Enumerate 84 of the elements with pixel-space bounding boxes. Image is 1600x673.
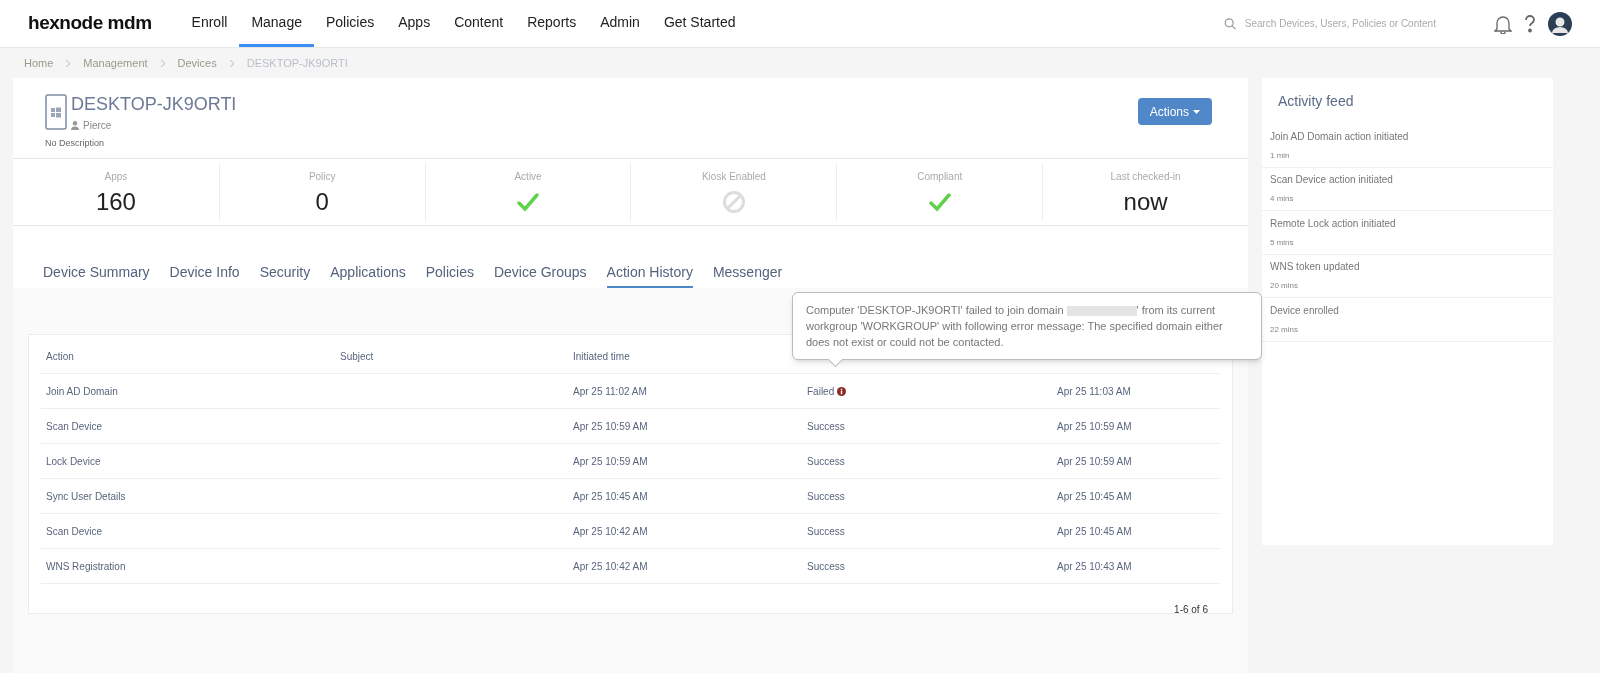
nav-item[interactable]: Reports (515, 0, 589, 47)
status-text: Success (807, 489, 845, 504)
nav-item[interactable]: Enroll (179, 0, 240, 47)
redacted-block (1066, 306, 1137, 317)
device-description: No Description (45, 137, 106, 150)
search-field[interactable]: Search Devices, Users, Policies or Content (1244, 16, 1454, 31)
chevron-icon (65, 58, 72, 68)
tab[interactable]: Messenger (712, 262, 783, 288)
stat-value: 0 (315, 187, 329, 216)
device-name: DESKTOP-JK9ORTI (71, 94, 237, 114)
stat-label: Apps (104, 169, 128, 184)
chevron-icon (159, 58, 166, 68)
logo: hexnode mdm (28, 11, 152, 36)
info-icon[interactable] (837, 386, 847, 396)
user-icon (71, 121, 79, 130)
avatar-icon[interactable] (1548, 11, 1572, 36)
feed-item-time: 22 mins (1270, 323, 1299, 336)
table-cell-text: Apr 25 10:45 AM (573, 489, 648, 504)
table-cell-text: Lock Device (46, 454, 101, 469)
check-icon (517, 191, 540, 212)
caret-icon (1193, 109, 1200, 114)
status-text: Success (807, 524, 845, 539)
bell-icon[interactable] (1494, 13, 1512, 34)
status-text: Success (807, 419, 845, 434)
table-cell-text: Apr 25 11:02 AM (573, 384, 647, 399)
table-cell-text: Apr 25 10:42 AM (573, 524, 648, 539)
feed-item-text: Device enrolled (1270, 303, 1340, 318)
tab[interactable]: Device Info (169, 262, 240, 288)
nav-item[interactable]: Content (442, 0, 516, 47)
column-header: Action (46, 349, 74, 364)
table-cell-text: Apr 25 10:59 AM (573, 454, 648, 469)
feed-item-time: 1 min (1270, 149, 1291, 162)
table-cell-text: WNS Registration (46, 559, 126, 574)
table-cell-text: Scan Device (46, 419, 103, 434)
feed-item-time: 20 mins (1270, 280, 1299, 293)
table-cell-text: Apr 25 10:45 AM (1057, 489, 1132, 504)
stat-label: Kiosk Enabled (701, 169, 766, 184)
table-cell-text: Apr 25 10:59 AM (573, 419, 648, 434)
stat-label: Last checked-in (1110, 169, 1181, 184)
help-icon[interactable] (1524, 14, 1536, 33)
feed-item-text: Remote Lock action initiated (1270, 216, 1397, 231)
blocked-icon (721, 189, 746, 214)
table-cell-text: Apr 25 10:59 AM (1057, 454, 1132, 469)
table-cell-text: Sync User Details (46, 489, 126, 504)
stat-value: now (1123, 187, 1168, 216)
table-cell-text: Apr 25 10:45 AM (1057, 524, 1132, 539)
nav-item[interactable]: Admin (588, 0, 652, 47)
chevron-icon (228, 58, 235, 68)
tab[interactable]: Security (259, 262, 311, 288)
tablet-icon (45, 94, 67, 130)
table-cell-text: Apr 25 10:42 AM (573, 559, 648, 574)
stat-label: Compliant (917, 169, 963, 184)
stat-label: Active (514, 169, 542, 184)
search-icon (1224, 16, 1237, 31)
status-text: Failed (807, 384, 835, 399)
feed-item-text: WNS token updated (1270, 260, 1361, 275)
nav-item[interactable]: Get Started (651, 0, 748, 47)
status-text: Success (807, 559, 845, 574)
feed-item-time: 5 mins (1270, 236, 1295, 249)
panel-title: Activity feed (1278, 91, 1354, 111)
status-text: Success (807, 454, 845, 469)
table-cell-text: Apr 25 10:59 AM (1057, 419, 1132, 434)
feed-item-time: 4 mins (1270, 193, 1295, 206)
stat-value: 160 (95, 187, 136, 216)
actions-button[interactable]: Actions (1137, 98, 1212, 125)
stat-label: Policy (308, 169, 336, 184)
check-icon (928, 191, 951, 212)
table-cell-text: Apr 25 10:43 AM (1057, 559, 1132, 574)
tab[interactable]: Applications (330, 262, 406, 288)
table-cell-text: Scan Device (46, 524, 103, 539)
column-header: Initiated time (573, 349, 630, 364)
nav-item[interactable]: Apps (386, 0, 443, 47)
nav-item[interactable]: Policies (313, 0, 387, 47)
table-cell-text: Join AD Domain (46, 384, 118, 399)
user-name: Pierce (83, 119, 112, 133)
nav-item[interactable]: Manage (239, 0, 314, 47)
table-cell-text: Apr 25 11:03 AM (1057, 384, 1131, 399)
feed-item-text: Scan Device action initiated (1270, 173, 1394, 188)
tab[interactable]: Policies (425, 262, 474, 288)
column-header: Subject (340, 349, 374, 364)
tab[interactable]: Device Groups (493, 262, 587, 288)
tab[interactable]: Device Summary (43, 262, 150, 288)
pagination-text: 1-6 of 6 (1174, 603, 1208, 617)
feed-item-text: Join AD Domain action initiated (1270, 129, 1410, 144)
